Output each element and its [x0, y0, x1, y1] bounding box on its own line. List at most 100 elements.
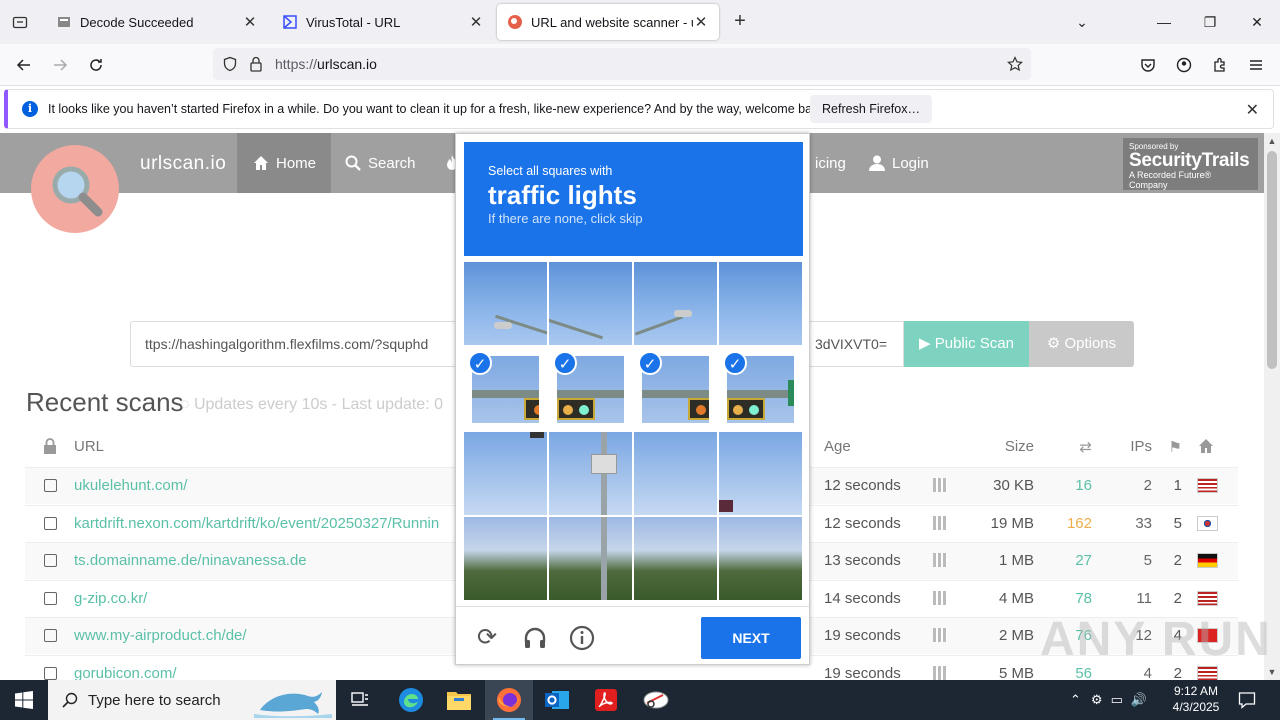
close-icon[interactable]: ✕: [242, 13, 258, 31]
reload-button[interactable]: [84, 53, 108, 77]
taskbar-acrobat[interactable]: [582, 680, 630, 720]
page-scrollbar[interactable]: ▲ ▼: [1264, 133, 1280, 680]
row-checkbox[interactable]: [44, 591, 57, 605]
captcha-line3: If there are none, click skip: [488, 211, 643, 226]
row-checkbox[interactable]: [44, 516, 57, 530]
row-url-link[interactable]: www.my-airproduct.ch/de/: [74, 627, 459, 644]
captcha-tile-13[interactable]: [464, 517, 547, 600]
close-icon[interactable]: ✕: [468, 13, 484, 31]
close-icon[interactable]: ✕: [1246, 100, 1259, 120]
nav-login[interactable]: Login: [853, 133, 944, 193]
taskbar-clock[interactable]: 9:12 AM 4/3/2025: [1168, 683, 1224, 715]
close-icon[interactable]: ✕: [693, 13, 709, 31]
notifications-button[interactable]: [1238, 680, 1256, 720]
tab-decode-succeeded[interactable]: Decode Succeeded ✕: [46, 4, 268, 40]
extensions-button[interactable]: [1208, 53, 1232, 77]
captcha-tile-7[interactable]: ✓: [634, 347, 717, 430]
taskbar-edge[interactable]: [387, 680, 435, 720]
captcha-tile-12[interactable]: [719, 432, 802, 515]
qr-code-icon[interactable]: [933, 515, 947, 530]
captcha-next-button[interactable]: NEXT: [701, 617, 801, 659]
row-checkbox[interactable]: [44, 666, 57, 680]
public-scan-label: Public Scan: [934, 335, 1014, 352]
menu-button[interactable]: [1244, 53, 1268, 77]
scan-url-value: ttps://hashingalgorithm.flexfilms.com/?s…: [145, 336, 429, 352]
row-url-link[interactable]: ts.domainname.de/ninavanessa.de: [74, 552, 459, 569]
captcha-tile-6[interactable]: ✓: [549, 347, 632, 430]
taskbar-outlook[interactable]: [533, 680, 581, 720]
taskbar-firefox[interactable]: [485, 680, 533, 720]
options-button[interactable]: ⚙ Options: [1029, 321, 1134, 367]
qr-code-icon[interactable]: [933, 665, 947, 680]
captcha-tile-16[interactable]: [719, 517, 802, 600]
address-bar[interactable]: https://urlscan.io: [213, 48, 1031, 80]
reload-icon[interactable]: ⟳: [474, 625, 500, 651]
close-window-button[interactable]: ✕: [1245, 10, 1269, 34]
account-button[interactable]: [1172, 53, 1196, 77]
urlscan-logo[interactable]: [31, 145, 119, 233]
taskbar-file-explorer[interactable]: [435, 680, 483, 720]
volume-icon[interactable]: 🔊: [1131, 692, 1147, 708]
tab-list-button[interactable]: [0, 0, 40, 44]
scrollbar-thumb[interactable]: [1267, 151, 1277, 369]
virustotal-icon: [283, 15, 297, 29]
search-icon: [345, 155, 361, 171]
start-button[interactable]: [0, 680, 48, 720]
site-brand[interactable]: urlscan.io: [140, 153, 226, 175]
captcha-tile-8[interactable]: ✓: [719, 347, 802, 430]
qr-code-icon[interactable]: [933, 628, 947, 642]
row-requests: 16: [1075, 477, 1092, 494]
captcha-tile-2[interactable]: [549, 262, 632, 345]
qr-code-icon[interactable]: [933, 590, 947, 605]
shield-icon[interactable]: [222, 56, 238, 72]
task-view-button[interactable]: [336, 680, 384, 720]
row-checkbox[interactable]: [44, 629, 57, 642]
tab-overflow-chevron-icon[interactable]: ⌄: [1070, 10, 1094, 34]
nav-home[interactable]: Home: [237, 133, 332, 193]
row-checkbox[interactable]: [44, 554, 57, 567]
new-tab-button[interactable]: +: [728, 10, 752, 34]
captcha-tile-4[interactable]: [719, 262, 802, 345]
captcha-tile-14[interactable]: [549, 517, 632, 600]
row-url-link[interactable]: gorubicon.com/: [74, 665, 459, 681]
row-flags: 1: [1173, 477, 1182, 494]
pocket-button[interactable]: [1136, 53, 1160, 77]
scroll-up-icon[interactable]: ▲: [1264, 133, 1280, 149]
captcha-tile-1[interactable]: [464, 262, 547, 345]
forward-button[interactable]: [48, 53, 72, 77]
public-scan-button[interactable]: ▶ Public Scan: [904, 321, 1029, 367]
minimize-button[interactable]: —: [1152, 10, 1176, 34]
sponsor-banner[interactable]: Sponsored by SecurityTrails A Recorded F…: [1123, 138, 1258, 190]
refresh-firefox-button[interactable]: Refresh Firefox…: [810, 95, 932, 123]
row-url-link[interactable]: kartdrift.nexon.com/kartdrift/ko/event/2…: [74, 515, 459, 532]
taskbar-settings-icon[interactable]: ⚙: [1091, 692, 1103, 708]
qr-code-icon[interactable]: [933, 478, 947, 492]
captcha-tile-5[interactable]: ✓: [464, 347, 547, 430]
taskbar-search-box[interactable]: Type here to search: [48, 680, 336, 720]
chevron-up-icon[interactable]: ⌃: [1070, 692, 1081, 708]
nav-search[interactable]: Search: [329, 133, 431, 193]
folder-icon: [447, 692, 471, 710]
network-icon[interactable]: ▭: [1111, 692, 1123, 708]
url-host: urlscan.io: [317, 56, 377, 72]
restore-button[interactable]: ❐: [1198, 10, 1222, 34]
headphones-icon[interactable]: [522, 625, 548, 651]
captcha-tile-10[interactable]: [549, 432, 632, 515]
captcha-tile-15[interactable]: [634, 517, 717, 600]
row-url-link[interactable]: ukulelehunt.com/: [74, 477, 459, 494]
row-checkbox[interactable]: [44, 479, 57, 492]
captcha-tile-11[interactable]: [634, 432, 717, 515]
info-icon[interactable]: [569, 625, 595, 651]
row-flags: 2: [1173, 552, 1182, 569]
lock-icon[interactable]: [249, 56, 263, 72]
qr-code-icon[interactable]: [933, 553, 947, 567]
bookmark-star-icon[interactable]: [1007, 56, 1023, 72]
tab-urlscan[interactable]: URL and website scanner - urlsca ✕: [497, 4, 719, 40]
taskbar-snipping-tool[interactable]: [632, 680, 680, 720]
row-url-link[interactable]: g-zip.co.kr/: [74, 590, 459, 607]
tab-virustotal[interactable]: VirusTotal - URL ✕: [272, 4, 494, 40]
captcha-tile-9[interactable]: [464, 432, 547, 515]
back-button[interactable]: [12, 53, 36, 77]
captcha-tile-3[interactable]: [634, 262, 717, 345]
column-url: URL: [74, 438, 105, 455]
